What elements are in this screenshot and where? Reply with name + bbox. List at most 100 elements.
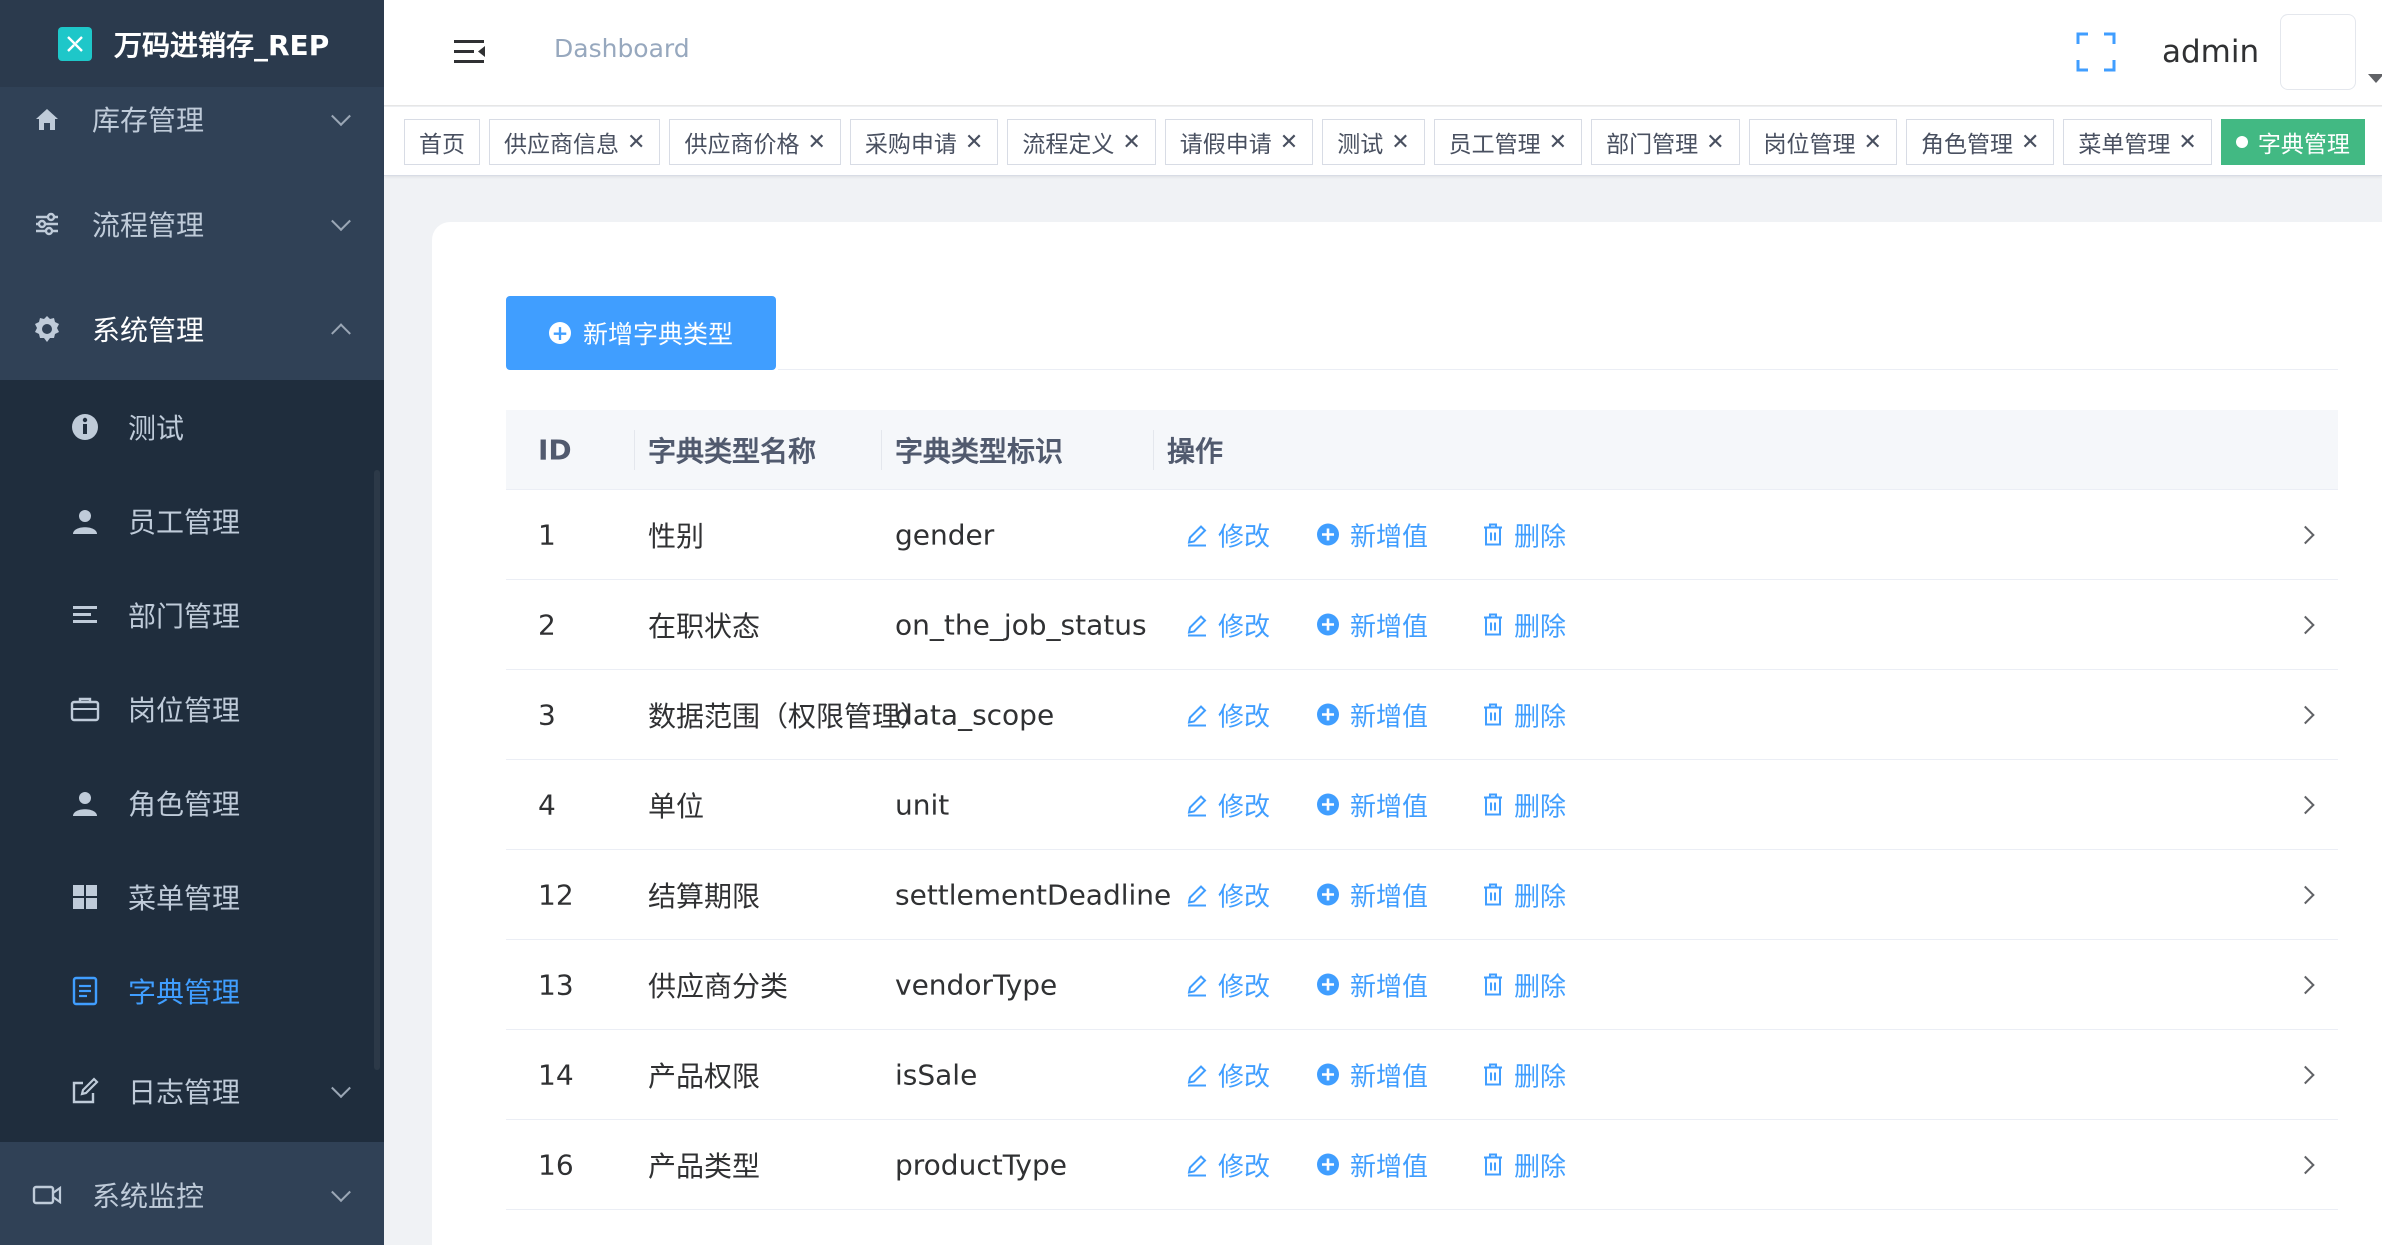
delete-button[interactable]: 删除 <box>1482 966 1566 1003</box>
close-icon[interactable]: ✕ <box>807 130 825 155</box>
add-value-button[interactable]: 新增值 <box>1316 516 1428 553</box>
tag-7[interactable]: 员工管理 ✕ <box>1433 119 1583 165</box>
edit-button[interactable]: 修改 <box>1186 876 1270 913</box>
edit-button[interactable]: 修改 <box>1186 696 1270 733</box>
close-icon[interactable]: ✕ <box>627 130 645 155</box>
delete-label: 删除 <box>1514 1152 1567 1182</box>
edit-button[interactable]: 修改 <box>1186 966 1270 1003</box>
cell-key: settlementDeadline <box>895 878 1172 911</box>
menu-toggle-icon[interactable] <box>454 38 486 66</box>
tag-2[interactable]: 供应商价格 ✕ <box>669 119 841 165</box>
add-value-label: 新增值 <box>1350 702 1429 732</box>
close-icon[interactable]: ✕ <box>1864 130 1882 155</box>
delete-button[interactable]: 删除 <box>1482 606 1566 643</box>
chevron-right-icon[interactable] <box>2296 705 2315 724</box>
tag-12[interactable]: 字典管理 <box>2220 119 2365 165</box>
tag-9[interactable]: 岗位管理 ✕ <box>1748 119 1897 165</box>
sidebar-item-test[interactable]: 测试 <box>0 380 384 473</box>
sidebar-item-label: 角色管理 <box>128 787 241 821</box>
table-row: 16 产品类型 productType 修改 新增值 删除 <box>506 1120 2338 1210</box>
add-value-button[interactable]: 新增值 <box>1316 1146 1428 1183</box>
tag-1[interactable]: 供应商信息 ✕ <box>489 119 661 165</box>
add-value-button[interactable]: 新增值 <box>1316 876 1428 913</box>
sidebar-item-monitor[interactable]: 系统监控 <box>0 1142 384 1245</box>
close-icon[interactable]: ✕ <box>965 130 983 155</box>
delete-button[interactable]: 删除 <box>1482 696 1566 733</box>
plus-circle-icon <box>1316 703 1350 727</box>
table-row: 12 结算期限 settlementDeadline 修改 新增值 删除 <box>506 850 2338 940</box>
sidebar-item-roles[interactable]: 角色管理 <box>0 756 384 849</box>
close-icon[interactable]: ✕ <box>1549 130 1567 155</box>
grid-icon <box>68 880 102 914</box>
sidebar-item-departments[interactable]: 部门管理 <box>0 568 384 661</box>
tag-label: 供应商信息 <box>504 132 619 158</box>
tag-6[interactable]: 测试 ✕ <box>1322 119 1425 165</box>
tag-4[interactable]: 流程定义 ✕ <box>1007 119 1156 165</box>
chevron-right-icon[interactable] <box>2296 795 2315 814</box>
delete-label: 删除 <box>1514 792 1567 822</box>
chevron-right-icon[interactable] <box>2296 1155 2315 1174</box>
sidebar-item-dictionary[interactable]: 字典管理 <box>0 944 384 1037</box>
avatar[interactable] <box>2280 14 2356 90</box>
tag-5[interactable]: 请假申请 ✕ <box>1164 119 1314 165</box>
delete-button[interactable]: 删除 <box>1482 1146 1566 1183</box>
edit-label: 修改 <box>1218 522 1271 552</box>
tag-10[interactable]: 角色管理 ✕ <box>1905 119 2055 165</box>
add-value-button[interactable]: 新增值 <box>1316 696 1428 733</box>
tag-8[interactable]: 部门管理 ✕ <box>1591 119 1740 165</box>
sidebar: 万码进销存_REP 库存管理 流程管理 系统管理 测试 员工管理 部门管理 岗位… <box>0 0 384 1245</box>
close-icon[interactable]: ✕ <box>1122 130 1140 155</box>
cell-key: isSale <box>895 1058 978 1091</box>
user-icon <box>68 504 102 538</box>
username[interactable]: admin <box>2162 34 2259 70</box>
caret-down-icon[interactable] <box>2368 74 2382 83</box>
tag-0[interactable]: 首页 <box>404 119 480 165</box>
edit-button[interactable]: 修改 <box>1186 606 1270 643</box>
fullscreen-icon[interactable] <box>2076 32 2116 72</box>
header-separator <box>1153 430 1154 470</box>
edit-icon <box>1186 523 1218 547</box>
chevron-right-icon[interactable] <box>2296 975 2315 994</box>
delete-button[interactable]: 删除 <box>1482 876 1566 913</box>
close-icon[interactable]: ✕ <box>2178 130 2196 155</box>
chevron-right-icon[interactable] <box>2296 615 2315 634</box>
edit-label: 修改 <box>1218 612 1271 642</box>
tag-3[interactable]: 采购申请 ✕ <box>849 119 999 165</box>
plus-circle-icon <box>1316 883 1350 907</box>
list-icon <box>68 598 102 632</box>
delete-button[interactable]: 删除 <box>1482 1056 1566 1093</box>
delete-button[interactable]: 删除 <box>1482 516 1566 553</box>
chevron-right-icon[interactable] <box>2296 525 2315 544</box>
close-icon[interactable]: ✕ <box>1706 130 1724 155</box>
close-icon[interactable]: ✕ <box>1280 130 1298 155</box>
sidebar-item-inventory[interactable]: 库存管理 <box>0 66 384 171</box>
delete-label: 删除 <box>1514 522 1567 552</box>
chevron-right-icon[interactable] <box>2296 1065 2315 1084</box>
chevron-right-icon[interactable] <box>2296 885 2315 904</box>
cell-name: 数据范围（权限管理） <box>648 699 929 733</box>
add-value-button[interactable]: 新增值 <box>1316 966 1428 1003</box>
edit-button[interactable]: 修改 <box>1186 516 1270 553</box>
sidebar-item-positions[interactable]: 岗位管理 <box>0 662 384 755</box>
breadcrumb[interactable]: Dashboard <box>554 34 690 63</box>
tag-11[interactable]: 菜单管理 ✕ <box>2063 119 2212 165</box>
close-icon[interactable]: ✕ <box>1391 130 1409 155</box>
add-value-button[interactable]: 新增值 <box>1316 1056 1428 1093</box>
sidebar-item-process[interactable]: 流程管理 <box>0 171 384 276</box>
plus-circle-icon <box>1316 523 1350 547</box>
edit-icon <box>1186 883 1218 907</box>
sidebar-item-employees[interactable]: 员工管理 <box>0 474 384 567</box>
add-dict-type-button[interactable]: + 新增字典类型 <box>506 296 776 370</box>
edit-button[interactable]: 修改 <box>1186 1146 1270 1183</box>
sidebar-item-menus[interactable]: 菜单管理 <box>0 850 384 943</box>
delete-button[interactable]: 删除 <box>1482 786 1566 823</box>
edit-button[interactable]: 修改 <box>1186 786 1270 823</box>
cell-name: 结算期限 <box>648 879 761 913</box>
sidebar-scrollbar[interactable] <box>374 470 380 1070</box>
sidebar-item-system[interactable]: 系统管理 <box>0 276 384 381</box>
close-icon[interactable]: ✕ <box>2021 130 2039 155</box>
sidebar-item-logs[interactable]: 日志管理 <box>0 1044 384 1137</box>
edit-button[interactable]: 修改 <box>1186 1056 1270 1093</box>
add-value-button[interactable]: 新增值 <box>1316 786 1428 823</box>
add-value-button[interactable]: 新增值 <box>1316 606 1428 643</box>
